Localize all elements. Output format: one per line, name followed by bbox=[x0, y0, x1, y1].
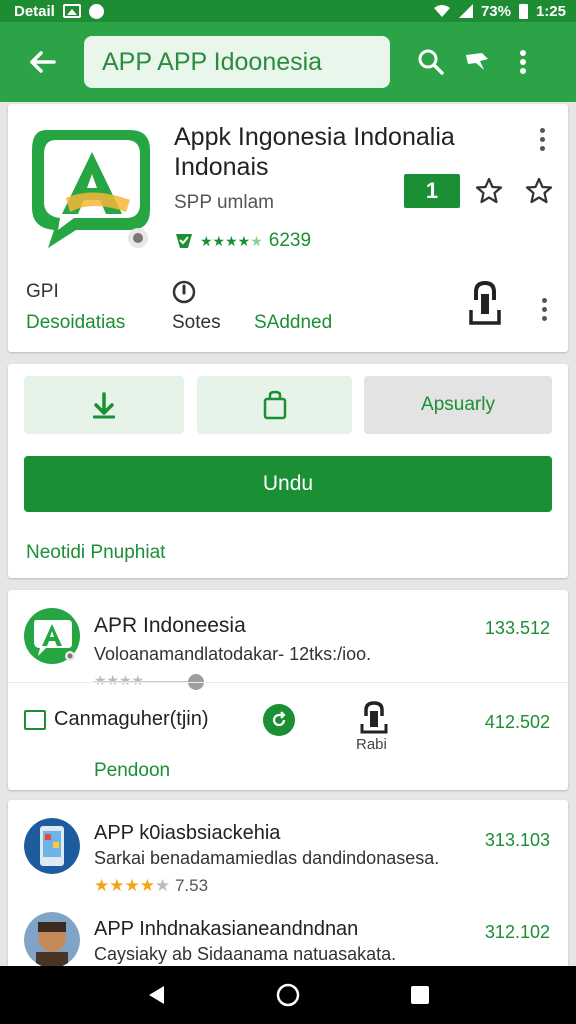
download-button[interactable] bbox=[24, 376, 184, 434]
meta-bottom-label: Desoidatias bbox=[26, 312, 126, 333]
wifi-icon bbox=[433, 5, 450, 17]
meta-bottom-label: Sotes bbox=[172, 312, 221, 333]
more-app-rating: ★★★★★ 7.53 bbox=[94, 876, 208, 896]
navigation-bar bbox=[0, 966, 576, 1024]
share-button[interactable] bbox=[454, 39, 500, 85]
triangle-back-icon bbox=[149, 986, 164, 1004]
app-logo-icon[interactable] bbox=[22, 606, 82, 666]
status-title: Detail bbox=[14, 2, 55, 20]
rating-stars: ★★★★ bbox=[94, 876, 155, 895]
verified-icon bbox=[176, 234, 192, 248]
search-input[interactable]: APP APP Idoonesia bbox=[84, 36, 390, 88]
meta-top-label: GPI bbox=[26, 281, 59, 302]
checkbox[interactable] bbox=[24, 710, 46, 730]
share-icon bbox=[466, 53, 488, 70]
install-button[interactable]: Undu bbox=[24, 456, 552, 512]
status-right: 73% 1:25 bbox=[433, 3, 566, 20]
top-toolbar: APP APP Idoonesia bbox=[0, 22, 576, 102]
battery-percent: 73% bbox=[480, 2, 511, 20]
related-option-label: Canmaguher(tjin) bbox=[54, 708, 209, 730]
rank-badge: 1 bbox=[404, 174, 460, 208]
related-app-description: Voloanamandlatodakar- 12tks:/ioo. bbox=[94, 644, 372, 664]
refresh-icon bbox=[272, 711, 286, 727]
star-outline-icon[interactable] bbox=[524, 176, 554, 206]
lock-icon[interactable] bbox=[360, 700, 388, 734]
meta-top-label bbox=[254, 278, 332, 306]
more-app-title[interactable]: APP Inhdnakasianeandndnan bbox=[94, 918, 358, 941]
app-title-line1: Appk Ingonesia Indonalia bbox=[174, 123, 455, 151]
bag-icon bbox=[263, 390, 286, 420]
phone-image-icon bbox=[24, 818, 80, 874]
search-icon bbox=[418, 49, 444, 75]
download-icon bbox=[93, 392, 115, 419]
rating-stars: ★★★★★ bbox=[200, 232, 263, 249]
related-option-price: 412.502 bbox=[484, 712, 550, 732]
nav-home-button[interactable] bbox=[268, 975, 308, 1015]
refresh-button[interactable] bbox=[263, 704, 295, 736]
signal-icon bbox=[458, 4, 473, 18]
battery-icon bbox=[518, 3, 528, 19]
more-vert-icon bbox=[520, 50, 526, 74]
secondary-action-button[interactable]: Apsuarly bbox=[364, 376, 552, 434]
app-info-card: Appk Ingonesia Indonalia Indonais SPP um… bbox=[8, 104, 568, 352]
rating-count: 6239 bbox=[268, 230, 312, 251]
more-app-price: 312.102 bbox=[484, 922, 550, 942]
status-bar: Detail 73% 1:25 bbox=[0, 0, 576, 22]
related-link[interactable]: Pendoon bbox=[94, 760, 170, 782]
meta-top-label bbox=[172, 278, 221, 306]
app-title: Appk Ingonesia Indonalia Indonais bbox=[174, 122, 514, 182]
more-options-button[interactable] bbox=[500, 39, 546, 85]
meta-bottom-label: SAddned bbox=[254, 312, 333, 333]
search-button[interactable] bbox=[408, 39, 454, 85]
image-icon bbox=[62, 4, 81, 18]
more-app-title[interactable]: APP k0iasbsiackehia bbox=[94, 822, 280, 845]
lock-icon[interactable] bbox=[468, 280, 502, 326]
more-apps-card: APP k0iasbsiackehia Sarkai benadamamiedl… bbox=[8, 800, 568, 968]
actions-card: Apsuarly Undu Neotidi Pnuphiat bbox=[8, 364, 568, 578]
meta-column-2: Sotes bbox=[172, 278, 221, 334]
more-app-description: Caysiaky ab Sidaanama natuasakata. bbox=[94, 944, 397, 964]
more-app-rating-value: 7.53 bbox=[174, 876, 209, 895]
meta-column-3: SAddned bbox=[254, 278, 332, 334]
wishlist-button[interactable] bbox=[197, 376, 352, 434]
related-app-card: APR Indoneesia Voloanamandlatodakar- 12t… bbox=[8, 590, 568, 790]
rating-star-empty: ★ bbox=[154, 876, 171, 895]
status-left: Detail bbox=[14, 3, 104, 20]
app-title-line2: Indonais bbox=[174, 153, 269, 181]
square-recents-icon bbox=[411, 986, 429, 1004]
notification-icon bbox=[88, 3, 104, 19]
related-app-title[interactable]: APR Indoneesia bbox=[94, 614, 246, 638]
arrow-back-icon bbox=[30, 51, 56, 73]
whats-new-link[interactable]: Neotidi Pnuphiat bbox=[26, 542, 165, 564]
app-thumbnail[interactable] bbox=[24, 818, 80, 874]
app-menu-button[interactable] bbox=[532, 128, 552, 151]
nav-recents-button[interactable] bbox=[400, 975, 440, 1015]
app-thumbnail[interactable] bbox=[24, 912, 80, 968]
status-time: 1:25 bbox=[535, 2, 566, 20]
circle-home-icon bbox=[276, 983, 300, 1007]
app-logo-icon bbox=[32, 130, 150, 248]
back-button[interactable] bbox=[20, 40, 64, 84]
more-app-description: Sarkai benadamamiedlas dandindonasesa. bbox=[94, 848, 440, 868]
meta-menu-button[interactable] bbox=[534, 298, 554, 321]
meta-column-1: GPI Desoidatias bbox=[26, 278, 125, 334]
divider bbox=[8, 682, 568, 683]
person-image-icon bbox=[24, 912, 80, 968]
star-outline-icon[interactable] bbox=[474, 176, 504, 206]
rating-row: ★★★★★ 6239 bbox=[174, 230, 311, 252]
lock-label: Rabi bbox=[356, 736, 387, 753]
nav-back-button[interactable] bbox=[136, 975, 176, 1015]
app-developer[interactable]: SPP umlam bbox=[174, 192, 274, 214]
more-app-price: 313.103 bbox=[484, 830, 550, 850]
info-clock-icon bbox=[172, 280, 196, 304]
related-app-price: 133.512 bbox=[484, 618, 550, 638]
